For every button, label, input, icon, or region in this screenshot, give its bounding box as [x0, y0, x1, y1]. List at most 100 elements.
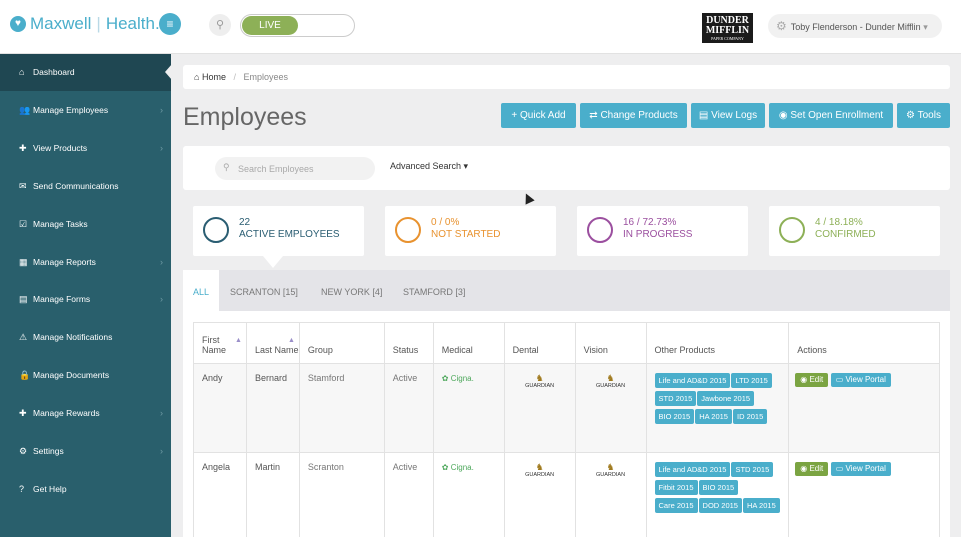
sidebar-item-manage-forms[interactable]: ▤ Manage Forms ›	[0, 281, 171, 318]
live-label: LIVE	[242, 16, 298, 35]
sidebar-item-manage-tasks[interactable]: ☑ Manage Tasks	[0, 206, 171, 243]
chevron-right-icon: ›	[160, 256, 163, 267]
sidebar-item-manage-employees[interactable]: 👥 Manage Employees ›	[0, 92, 171, 129]
vision-cell: ♞ GUARDIAN	[574, 363, 647, 453]
table-header-row: First Name ▲ Last Name ▲ Group Status Medical D…	[193, 322, 940, 364]
advanced-search-toggle[interactable]: Advanced Search ▾	[390, 161, 468, 172]
product-badge[interactable]: HA 2015	[695, 409, 732, 424]
live-toggle[interactable]: LIVE	[240, 14, 355, 37]
view-portal-label: View Portal	[845, 375, 886, 384]
search-employees-input[interactable]	[215, 157, 375, 180]
stat-label: ACTIVE EMPLOYEES	[239, 229, 340, 240]
chevron-right-icon: ›	[160, 446, 163, 456]
status-cell: Active	[383, 363, 434, 453]
column-header-group: Group	[298, 322, 385, 364]
product-badge[interactable]: Life and AD&D 2015	[654, 462, 731, 477]
question-icon: ?	[19, 483, 25, 494]
progress-ring	[395, 217, 421, 243]
sidebar-item-manage-rewards[interactable]: ✚ Manage Rewards ›	[0, 395, 171, 432]
stat-card-active-employees[interactable]: 22 ACTIVE EMPLOYEES	[193, 206, 364, 256]
sidebar-item-manage-reports[interactable]: ▦ Manage Reports ›	[0, 244, 171, 281]
sidebar-item-label: Manage Rewards	[33, 408, 100, 419]
product-badge[interactable]: BIO 2015	[698, 480, 739, 495]
view-portal-button[interactable]: ▭ View Portal	[830, 373, 891, 387]
global-search-button[interactable]: ⚲	[209, 14, 231, 36]
set-open-enrollment-button[interactable]: ◉ Set Open Enrollment	[769, 103, 893, 128]
employees-table: First Name ▲ Last Name ▲ Group Status Medical D…	[193, 322, 940, 537]
medical-carrier: Cigna.	[450, 463, 474, 472]
edit-button[interactable]: ◉ Edit	[795, 373, 829, 387]
product-badge[interactable]: STD 2015	[654, 391, 697, 406]
sidebar-item-label: Get Help	[33, 483, 67, 494]
medical-carrier: Cigna.	[450, 374, 474, 383]
company-logo-line2: MIFFLIN	[705, 25, 750, 36]
edit-button[interactable]: ◉ Edit	[795, 462, 829, 476]
view-portal-button[interactable]: ▭ View Portal	[830, 462, 891, 476]
sidebar-item-label: Manage Reports	[33, 256, 96, 267]
dental-carrier: GUARDIAN	[525, 383, 555, 389]
stat-card-in-progress[interactable]: 16 / 72.73% IN PROGRESS	[577, 206, 748, 256]
guardian-logo: ♞ GUARDIAN	[584, 462, 646, 478]
sidebar-item-send-communications[interactable]: ✉ Send Communications	[0, 168, 171, 205]
vision-carrier: GUARDIAN	[596, 383, 626, 389]
checkbox-icon: ☑	[19, 218, 28, 229]
tab-all[interactable]: ALL	[183, 270, 220, 311]
status-cell: Active	[383, 452, 434, 537]
first-name-cell: Andy	[193, 363, 247, 453]
view-logs-button[interactable]: ▤ View Logs	[691, 103, 765, 128]
home-icon: ⌂	[194, 72, 200, 82]
product-badge[interactable]: Care 2015	[654, 498, 698, 513]
change-products-button[interactable]: ⇄ Change Products	[580, 103, 687, 128]
group-cell: Scranton	[298, 452, 385, 537]
column-header-first-name[interactable]: First Name ▲	[193, 322, 247, 364]
sidebar-item-label: Manage Documents	[33, 370, 110, 381]
column-header-label: Other Products	[654, 345, 716, 355]
guardian-logo: ♞ GUARDIAN	[513, 373, 575, 389]
column-header-last-name[interactable]: Last Name ▲	[245, 322, 300, 364]
lock-icon: 🔒	[19, 370, 31, 381]
sidebar: ⌂ Dashboard 👥 Manage Employees › ✚ View Produc…	[0, 54, 171, 537]
tools-button[interactable]: ⚙ Tools	[897, 103, 950, 128]
menu-toggle-button[interactable]: ≡	[159, 13, 181, 35]
cigna-logo: ✿ Cigna.	[441, 374, 474, 383]
breadcrumb-home[interactable]: Home	[202, 72, 226, 82]
sidebar-item-label: Manage Notifications	[33, 332, 113, 343]
quick-add-button[interactable]: + Quick Add	[501, 103, 576, 128]
sidebar-item-dashboard[interactable]: ⌂ Dashboard	[0, 54, 171, 91]
brand-logo[interactable]: ♥ Maxwell | Health.	[10, 14, 160, 34]
product-badge[interactable]: ID 2015	[732, 409, 768, 424]
table-row[interactable]: Andy Bernard Stamford Active ✿ Cigna. ♞ GUARDI…	[193, 363, 940, 453]
progress-ring	[779, 217, 805, 243]
table-row[interactable]: Angela Martin Scranton Active ✿ Cigna. ♞ GUARD…	[193, 452, 940, 537]
sidebar-item-manage-documents[interactable]: 🔒 Manage Documents	[0, 357, 171, 394]
column-header-label: Dental	[512, 345, 539, 355]
gears-icon: ⚙	[19, 446, 28, 456]
chevron-right-icon: ›	[160, 294, 163, 305]
product-badge[interactable]: BIO 2015	[654, 409, 695, 424]
product-badge[interactable]: Life and AD&D 2015	[654, 373, 731, 388]
stat-card-not-started[interactable]: 0 / 0% NOT STARTED	[385, 206, 556, 256]
stat-value: 16 / 72.73%	[623, 217, 677, 228]
users-icon: 👥	[19, 104, 31, 115]
sidebar-item-get-help[interactable]: ? Get Help	[0, 471, 171, 508]
sidebar-item-manage-notifications[interactable]: ⚠ Manage Notifications	[0, 319, 171, 356]
product-badge[interactable]: LTD 2015	[731, 373, 772, 388]
tab-stamford-3[interactable]: STAMFORD [3]	[393, 270, 475, 311]
search-panel: ⚲ Advanced Search ▾	[183, 146, 950, 190]
brand-suffix: Health.	[105, 14, 160, 33]
product-badge[interactable]: DOD 2015	[698, 498, 742, 513]
tab-scranton-15[interactable]: SCRANTON [15]	[220, 270, 308, 311]
brand-divider: |	[96, 14, 101, 33]
product-badge[interactable]: Jawbone 2015	[697, 391, 755, 406]
user-menu[interactable]: ⚙ Toby Flenderson - Dunder Mifflin ▾	[768, 14, 942, 38]
product-badge[interactable]: STD 2015	[731, 462, 774, 477]
medical-cell: ✿ Cigna.	[432, 363, 505, 453]
sidebar-item-label: View Products	[33, 142, 88, 153]
product-badge[interactable]: Fitbit 2015	[654, 480, 698, 495]
sidebar-item-label: Settings	[33, 446, 64, 456]
sidebar-item-settings[interactable]: ⚙ Settings ›	[0, 433, 171, 470]
tab-new-york-4[interactable]: NEW YORK [4]	[311, 270, 392, 311]
sidebar-item-view-products[interactable]: ✚ View Products ›	[0, 130, 171, 167]
product-badge[interactable]: HA 2015	[742, 498, 780, 513]
stat-card-confirmed[interactable]: 4 / 18.18% CONFIRMED	[769, 206, 940, 256]
